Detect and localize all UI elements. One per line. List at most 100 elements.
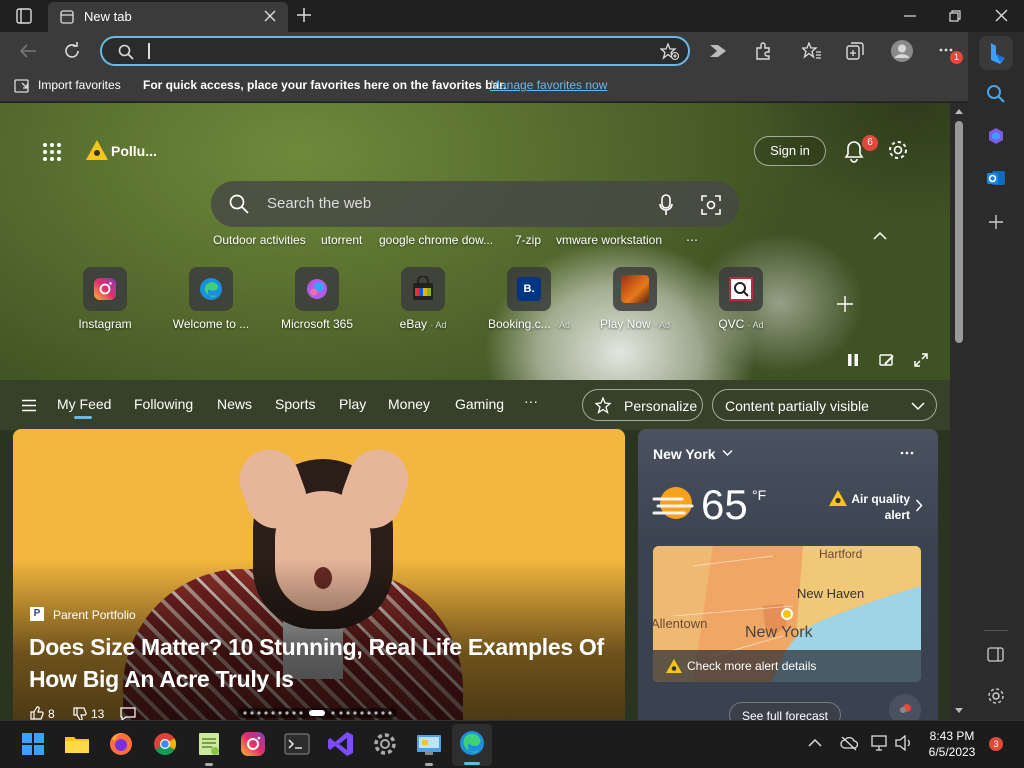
firefox-icon[interactable]: [106, 729, 136, 759]
sidebar-add-icon[interactable]: [988, 214, 1004, 230]
content-visibility-dropdown[interactable]: Content partially visible: [712, 389, 937, 421]
sidebar-outlook-icon[interactable]: [986, 168, 1006, 188]
expand-icon[interactable]: [914, 353, 928, 367]
volume-icon[interactable]: [895, 735, 913, 751]
tab-more[interactable]: ···: [524, 393, 538, 409]
suggestion-vmware[interactable]: vmware workstation: [556, 233, 662, 247]
visual-studio-icon[interactable]: [326, 729, 356, 759]
tab-new-tab[interactable]: New tab: [48, 2, 288, 32]
page-scrollbar[interactable]: [950, 103, 968, 720]
start-button[interactable]: [18, 729, 48, 759]
feed-menu-icon[interactable]: [21, 399, 37, 412]
sidebar-search-icon[interactable]: [986, 84, 1006, 104]
sign-in-button[interactable]: Sign in: [754, 136, 826, 166]
web-search-box[interactable]: Search the web: [211, 181, 739, 227]
tab-following[interactable]: Following: [134, 396, 193, 412]
tab-money[interactable]: Money: [388, 396, 430, 412]
profile-avatar[interactable]: [891, 40, 913, 62]
page-settings-icon[interactable]: [887, 139, 909, 161]
close-tab-icon[interactable]: [264, 10, 276, 22]
add-quicklink-icon[interactable]: [836, 295, 854, 313]
suggestion-utorrent[interactable]: utorrent: [321, 233, 362, 247]
city-chevron-icon[interactable]: [722, 449, 733, 457]
article-card[interactable]: P Parent Portfolio Does Size Matter? 10 …: [13, 429, 625, 720]
scroll-down-icon[interactable]: [955, 708, 963, 714]
extension-arrow-icon[interactable]: [708, 43, 728, 59]
minimize-icon[interactable]: [904, 10, 916, 22]
carousel-dots[interactable]: [237, 708, 397, 718]
alert-chevron-right-icon[interactable]: [915, 499, 923, 512]
restore-icon[interactable]: [949, 10, 961, 22]
file-explorer-icon[interactable]: [62, 729, 92, 759]
collapse-chevron-icon[interactable]: [873, 231, 887, 241]
network-icon[interactable]: [871, 735, 889, 751]
bing-chat-button[interactable]: [979, 36, 1013, 70]
notepad-plus-icon[interactable]: [194, 729, 224, 759]
tab-play[interactable]: Play: [339, 396, 366, 412]
weather-unit[interactable]: °F: [752, 487, 766, 503]
clock[interactable]: 8:43 PM 6/5/2023: [926, 728, 978, 760]
weather-card[interactable]: New York 65 °F Air quality alert Hartfor…: [638, 429, 938, 720]
more-options-icon[interactable]: [939, 48, 953, 52]
suggestion-7zip[interactable]: 7-zip: [515, 233, 541, 247]
pause-background-icon[interactable]: [846, 353, 860, 367]
tab-gaming[interactable]: Gaming: [455, 396, 504, 412]
pollution-label[interactable]: Pollu...: [111, 143, 157, 159]
import-favorites-link[interactable]: Import favorites: [38, 78, 121, 92]
weather-assistant-button[interactable]: [889, 694, 921, 720]
air-quality-alert[interactable]: Air quality alert: [836, 491, 910, 523]
quicklink-booking[interactable]: B.: [507, 267, 551, 311]
tab-news[interactable]: News: [217, 396, 252, 412]
comment-icon[interactable]: [120, 707, 136, 720]
notification-center-badge[interactable]: 3: [989, 737, 1003, 751]
edge-taskbar-active[interactable]: [452, 724, 492, 766]
quicklink-qvc[interactable]: [719, 267, 763, 311]
tab-actions-icon[interactable]: [16, 8, 32, 24]
quicklink-instagram[interactable]: [83, 267, 127, 311]
close-window-icon[interactable]: [995, 9, 1008, 22]
like-icon[interactable]: [30, 706, 44, 720]
settings-taskbar-icon[interactable]: [370, 729, 400, 759]
weather-alert-map[interactable]: Hartford New Haven Allentown New York Ph…: [653, 546, 921, 682]
tab-sports[interactable]: Sports: [275, 396, 315, 412]
pollution-warning-icon[interactable]: [85, 139, 109, 161]
refresh-icon[interactable]: [63, 42, 81, 60]
tray-overflow-chevron-icon[interactable]: [808, 738, 822, 748]
control-panel-icon[interactable]: [414, 729, 444, 759]
scroll-up-icon[interactable]: [955, 108, 963, 114]
visual-search-icon[interactable]: [701, 195, 721, 215]
dislike-icon[interactable]: [73, 707, 87, 720]
terminal-icon[interactable]: [282, 729, 312, 759]
quicklink-welcome[interactable]: [189, 267, 233, 311]
suggestion-outdoor-activities[interactable]: Outdoor activities: [213, 233, 306, 247]
quicklink-ebay[interactable]: [401, 267, 445, 311]
weather-city[interactable]: New York: [653, 446, 716, 462]
full-forecast-button[interactable]: See full forecast: [729, 702, 841, 720]
weather-more-icon[interactable]: [900, 451, 914, 455]
suggestion-google-chrome[interactable]: google chrome dow...: [379, 233, 493, 247]
import-favorites-icon[interactable]: [14, 78, 32, 94]
extensions-icon[interactable]: [754, 42, 772, 60]
manage-favorites-link[interactable]: Manage favorites now: [490, 78, 607, 92]
edit-background-icon[interactable]: [879, 353, 895, 367]
collections-icon[interactable]: [846, 42, 864, 60]
address-bar[interactable]: [100, 36, 690, 66]
tab-my-feed[interactable]: My Feed: [57, 396, 111, 412]
personalize-button[interactable]: Personalize: [582, 389, 703, 421]
article-source[interactable]: Parent Portfolio: [53, 608, 136, 622]
quicklink-play-now[interactable]: [613, 267, 657, 311]
back-icon[interactable]: [19, 43, 37, 59]
suggestions-more[interactable]: ⋯: [686, 233, 698, 247]
voice-search-icon[interactable]: [659, 194, 673, 216]
instagram-taskbar-icon[interactable]: [238, 729, 268, 759]
chrome-icon[interactable]: [150, 729, 180, 759]
alert-details-bar[interactable]: Philadelphia Check more alert details: [653, 650, 921, 682]
new-tab-plus-icon[interactable]: [296, 7, 312, 23]
article-title[interactable]: Does Size Matter? 10 Stunning, Real Life…: [29, 631, 604, 695]
apps-launcher-icon[interactable]: [42, 142, 62, 162]
favorite-star-icon[interactable]: [660, 43, 680, 61]
quicklink-microsoft-365[interactable]: [295, 267, 339, 311]
scroll-thumb[interactable]: [955, 121, 963, 343]
sidebar-panel-icon[interactable]: [987, 647, 1005, 663]
sidebar-copilot-icon[interactable]: [986, 126, 1006, 146]
